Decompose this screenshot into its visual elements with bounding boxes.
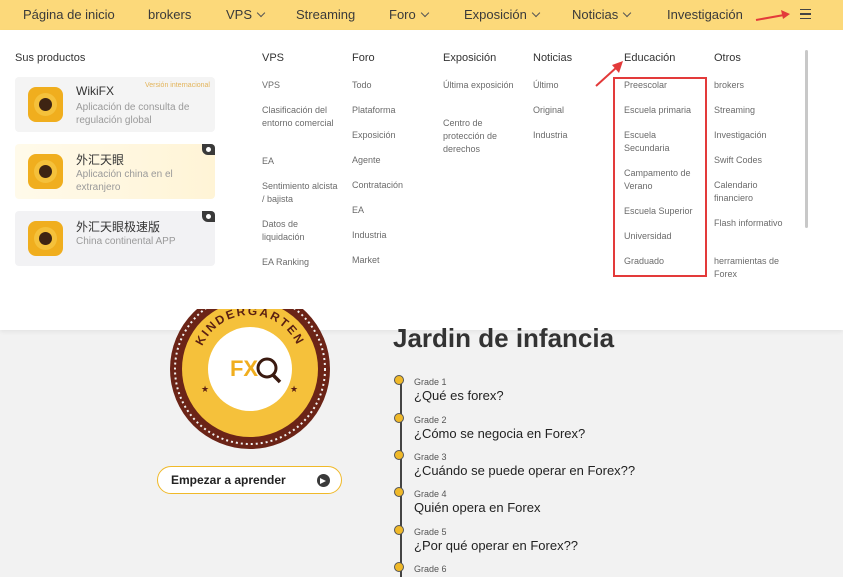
menu-link[interactable]: Agente (352, 154, 430, 167)
product-card-tianyan[interactable]: 外汇天眼 Aplicación china en el extranjero (15, 144, 215, 199)
product-title: 外汇天眼极速版 (76, 220, 161, 234)
nav-home[interactable]: Página de inicio (23, 0, 115, 30)
chevron-down-icon (623, 8, 632, 18)
lesson-grade: Grade 2 (414, 415, 447, 425)
product-subtitle: Aplicación china en el extranjero (76, 169, 173, 193)
menu-link[interactable]: Calendario financiero (714, 179, 794, 205)
menu-column-heading: Otros (714, 52, 741, 64)
menu-link[interactable]: EA Ranking (262, 256, 340, 269)
arrow-right-icon (317, 474, 330, 487)
menu-link[interactable]: Clasificación del entorno comercial (262, 104, 340, 130)
menu-scrollbar[interactable] (805, 50, 808, 228)
start-learning-button[interactable]: Empezar a aprender (157, 466, 342, 494)
menu-link[interactable]: brokers (714, 79, 794, 92)
menu-link[interactable]: Todo (352, 79, 430, 92)
menu-column-heading: VPS (262, 52, 285, 64)
product-subtitle: China continental APP (76, 236, 176, 247)
nav-noticias-label: Noticias (572, 7, 619, 22)
lesson-title[interactable]: ¿Cuándo se puede operar en Forex?? (414, 463, 635, 478)
kindergarten-badge: KINDERGARTEN FX ★ ★ (170, 309, 330, 451)
wikifx-logo-icon (28, 87, 63, 122)
menu-column-heading: Foro (352, 52, 375, 64)
timeline-line (400, 380, 402, 577)
nav-vps-label: VPS (226, 7, 253, 22)
nav-streaming[interactable]: Streaming (296, 0, 355, 30)
timeline-dot (394, 562, 404, 572)
corner-tag-icon (202, 144, 215, 155)
hamburger-icon[interactable] (800, 9, 811, 20)
timeline-dot (394, 375, 404, 385)
product-badge: Versión internacional (145, 82, 210, 89)
menu-link[interactable]: herramientas de Forex (714, 255, 794, 281)
chevron-down-icon (256, 8, 266, 18)
menu-link[interactable]: EA (352, 204, 430, 217)
star-icon: ★ (201, 384, 209, 394)
nav-vps[interactable]: VPS (226, 0, 266, 30)
product-title: WikiFX (76, 84, 114, 98)
menu-column-heading: Educación (624, 52, 676, 64)
lesson-grade: Grade 3 (414, 452, 447, 462)
menu-link[interactable]: Market (352, 254, 430, 267)
start-learning-label: Empezar a aprender (171, 473, 286, 487)
product-subtitle: Aplicación de consulta de regulación glo… (76, 102, 190, 126)
product-card-tianyan-lite[interactable]: 外汇天眼极速版 China continental APP (15, 211, 215, 266)
menu-link[interactable]: Exposición (352, 129, 430, 142)
tianyan-logo-icon (28, 154, 63, 189)
lesson-title[interactable]: ¿Por qué operar en Forex?? (414, 538, 578, 553)
timeline-dot (394, 525, 404, 535)
timeline-dot (394, 487, 404, 497)
star-icon: ★ (290, 384, 298, 394)
lesson-grade: Grade 4 (414, 489, 447, 499)
highlight-annotation-box (613, 77, 707, 277)
menu-link[interactable]: Industria (352, 229, 430, 242)
nav-noticias[interactable]: Noticias (572, 0, 632, 30)
lesson-grade: Grade 1 (414, 377, 447, 387)
menu-link[interactable]: Investigación (714, 129, 794, 142)
products-heading: Sus productos (15, 52, 86, 64)
nav-exposicion-label: Exposición (464, 7, 527, 22)
timeline-dot (394, 413, 404, 423)
lesson-grade: Grade 6 (414, 564, 447, 574)
top-navbar: Página de inicio brokers VPS Streaming F… (0, 0, 843, 30)
menu-link[interactable]: Swift Codes (714, 154, 794, 167)
nav-brokers[interactable]: brokers (148, 0, 191, 30)
section-title: Jardin de infancia (393, 323, 615, 353)
product-card-wikifx[interactable]: WikiFX Versión internacional Aplicación … (15, 77, 215, 132)
chevron-down-icon (420, 8, 429, 18)
timeline-dot (394, 450, 404, 460)
menu-link[interactable]: Original (533, 104, 601, 117)
nav-exposicion[interactable]: Exposición (464, 0, 541, 30)
product-title: 外汇天眼 (76, 153, 125, 167)
menu-link[interactable]: Flash informativo (714, 217, 794, 230)
nav-foro-label: Foro (389, 7, 416, 22)
menu-link[interactable]: Última exposición (443, 79, 521, 92)
lesson-title[interactable]: ¿Qué es forex? (414, 388, 504, 403)
annotation-arrow-icon (595, 61, 623, 87)
menu-link[interactable]: VPS (262, 79, 340, 92)
menu-link[interactable]: EA (262, 155, 340, 168)
badge-center-text: FX (230, 356, 258, 381)
tianyan-lite-logo-icon (28, 221, 63, 256)
menu-link[interactable]: Centro de protección de derechos (443, 117, 521, 156)
annotation-arrow-icon (755, 10, 790, 21)
nav-foro[interactable]: Foro (389, 0, 429, 30)
menu-link[interactable]: Industria (533, 129, 601, 142)
menu-column-heading: Noticias (533, 52, 573, 64)
nav-investigacion[interactable]: Investigación (667, 0, 743, 30)
menu-link[interactable]: Último (533, 79, 601, 92)
menu-link[interactable]: Streaming (714, 104, 794, 117)
menu-link[interactable]: Plataforma (352, 104, 430, 117)
menu-column-heading: Exposición (443, 52, 497, 64)
lesson-title[interactable]: Quién opera en Forex (414, 500, 540, 515)
menu-link[interactable]: Sentimiento alcista / bajista (262, 180, 340, 206)
lesson-grade: Grade 5 (414, 527, 447, 537)
menu-link[interactable]: Contratación (352, 179, 430, 192)
menu-link[interactable]: Datos de liquidación (262, 218, 340, 244)
lesson-title[interactable]: ¿Cómo se negocia en Forex? (414, 426, 585, 441)
corner-tag-icon (202, 211, 215, 222)
chevron-down-icon (531, 8, 541, 18)
